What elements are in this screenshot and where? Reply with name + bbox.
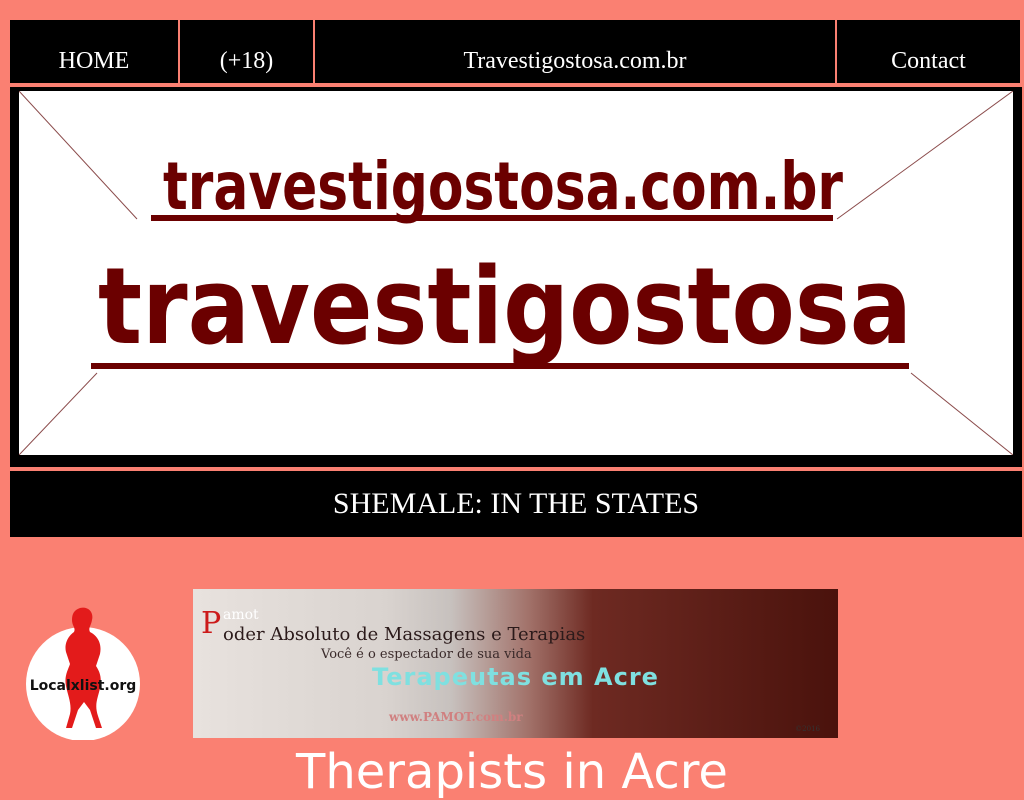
page-title: SHEMALE: IN THE STATES (10, 471, 1022, 537)
localxlist-badge[interactable]: Localxlist.org (22, 606, 146, 741)
banner-diagonal-tr (836, 91, 1013, 220)
top-nav: HOME (+18) Travestigostosa.com.br Contac… (10, 20, 1022, 83)
section-heading: Therapists in Acre (296, 744, 728, 800)
ad-url: www.PAMOT.com.br (389, 710, 523, 724)
banner-frame: travestigostosa.com.br travestigostosa (10, 87, 1022, 467)
banner-domain-text: travestigostosa.com.br (163, 148, 843, 225)
nav-adult[interactable]: (+18) (180, 20, 313, 83)
nav-contact[interactable]: Contact (837, 20, 1020, 83)
ad-brand: amot (223, 607, 259, 623)
banner-diagonal-bl (19, 372, 98, 455)
ad-headline: Terapeutas em Acre (372, 663, 659, 691)
nav-home[interactable]: HOME (10, 20, 178, 83)
page-title-text: SHEMALE: IN THE STATES (332, 487, 700, 520)
badge-label: Localxlist.org (30, 678, 137, 694)
nav-site[interactable]: Travestigostosa.com.br (315, 20, 835, 83)
banner-diagonal-br (910, 372, 1013, 455)
banner-underline-1 (151, 215, 833, 221)
ad-tagline: oder Absoluto de Massagens e Terapias (223, 624, 586, 645)
banner-graphic: travestigostosa.com.br travestigostosa (19, 91, 1013, 455)
banner-diagonal-tl (19, 91, 138, 220)
localxlist-logo-icon: Localxlist.org (26, 607, 140, 741)
ad-year: ©2016 (795, 725, 820, 733)
ad-logo-letter: P (201, 606, 222, 641)
banner-brand-text: travestigostosa (98, 245, 912, 368)
banner-underline-2 (91, 363, 909, 369)
ad-subtagline: Você é o espectador de sua vida (321, 647, 532, 662)
site-banner[interactable]: travestigostosa.com.br travestigostosa (19, 91, 1013, 455)
pamot-ad-banner[interactable]: P amot oder Absoluto de Massagens e Tera… (193, 589, 838, 738)
